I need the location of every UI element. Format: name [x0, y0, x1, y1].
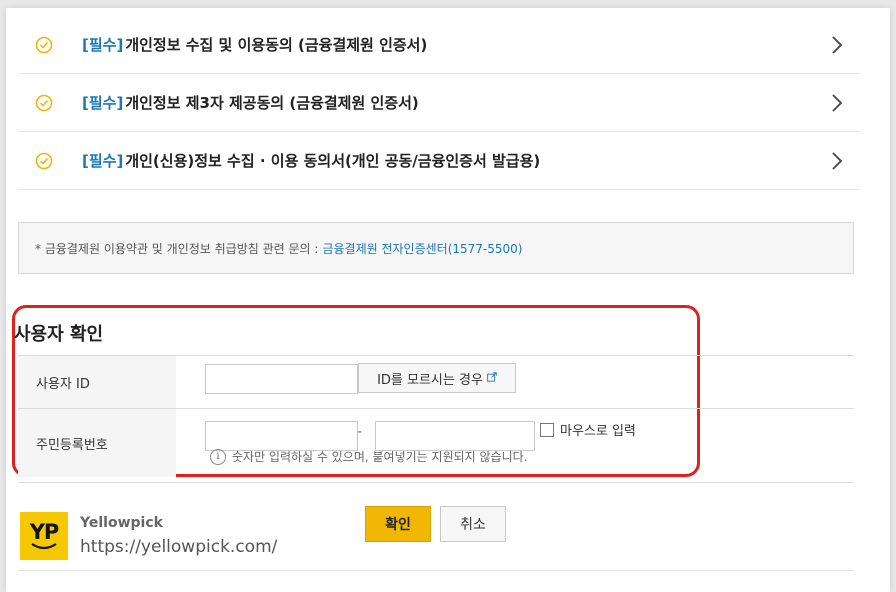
watermark: YP Yellowpick https://yellowpick.com/	[20, 512, 277, 560]
agreement-title: 개인(신용)정보 수집 · 이용 동의서(개인 공동/금융인증서 발급용)	[125, 152, 541, 170]
circle-check-icon	[34, 151, 54, 171]
rrn-dash: -	[357, 424, 363, 440]
divider	[18, 570, 854, 571]
find-id-button[interactable]: ID를 모르시는 경우	[358, 363, 516, 393]
required-tag: [필수]	[82, 152, 124, 170]
mouse-input-option[interactable]: 마우스로 입력	[540, 420, 636, 439]
user-id-input[interactable]	[205, 364, 358, 394]
support-center-link[interactable]: 금융결제원 전자인증센터(1577-5500)	[322, 240, 522, 257]
agreement-row-2[interactable]: [필수] 개인정보 제3자 제공동의 (금융결제원 인증서)	[18, 74, 860, 132]
yellowpick-logo: YP	[20, 512, 68, 560]
watermark-url: https://yellowpick.com/	[80, 537, 278, 557]
rrn-label: 주민등록번호	[18, 409, 176, 477]
watermark-name: Yellowpick	[80, 515, 163, 531]
chevron-right-icon[interactable]	[830, 92, 844, 114]
required-tag: [필수]	[82, 94, 124, 112]
notice-text: * 금융결제원 이용약관 및 개인정보 취급방침 관련 문의 :	[35, 241, 319, 256]
inquiry-notice: * 금융결제원 이용약관 및 개인정보 취급방침 관련 문의 : 금융결제원 전…	[18, 222, 854, 274]
info-icon: i	[210, 448, 226, 465]
section-title: 사용자 확인	[14, 324, 104, 345]
confirm-button[interactable]: 확인	[365, 506, 431, 542]
chevron-right-icon[interactable]	[830, 34, 844, 56]
chevron-right-icon[interactable]	[830, 150, 844, 172]
logo-text: YP	[29, 520, 60, 544]
required-tag: [필수]	[82, 36, 124, 54]
find-id-label: ID를 모르시는 경우	[377, 372, 483, 388]
smile-icon	[31, 543, 57, 550]
divider	[18, 482, 854, 483]
user-id-label: 사용자 ID	[18, 356, 176, 408]
rrn-hint-text: 숫자만 입력하실 수 있으며, 붙여넣기는 지원되지 않습니다.	[232, 450, 528, 464]
external-link-icon	[487, 371, 497, 386]
rrn-back-input[interactable]	[375, 421, 535, 451]
mouse-input-checkbox[interactable]	[540, 422, 554, 437]
agreement-title: 개인정보 수집 및 이용동의 (금융결제원 인증서)	[125, 36, 428, 54]
rrn-front-input[interactable]	[205, 421, 358, 451]
agreement-title: 개인정보 제3자 제공동의 (금융결제원 인증서)	[125, 94, 419, 112]
cancel-button[interactable]: 취소	[440, 506, 506, 542]
circle-check-icon	[34, 93, 54, 113]
agreement-row-1[interactable]: [필수] 개인정보 수집 및 이용동의 (금융결제원 인증서)	[18, 16, 860, 74]
mouse-input-label: 마우스로 입력	[560, 424, 636, 439]
agreement-row-3[interactable]: [필수] 개인(신용)정보 수집 · 이용 동의서(개인 공동/금융인증서 발급…	[18, 132, 860, 190]
rrn-hint: i 숫자만 입력하실 수 있으며, 붙여넣기는 지원되지 않습니다.	[210, 448, 527, 465]
circle-check-icon	[34, 35, 54, 55]
